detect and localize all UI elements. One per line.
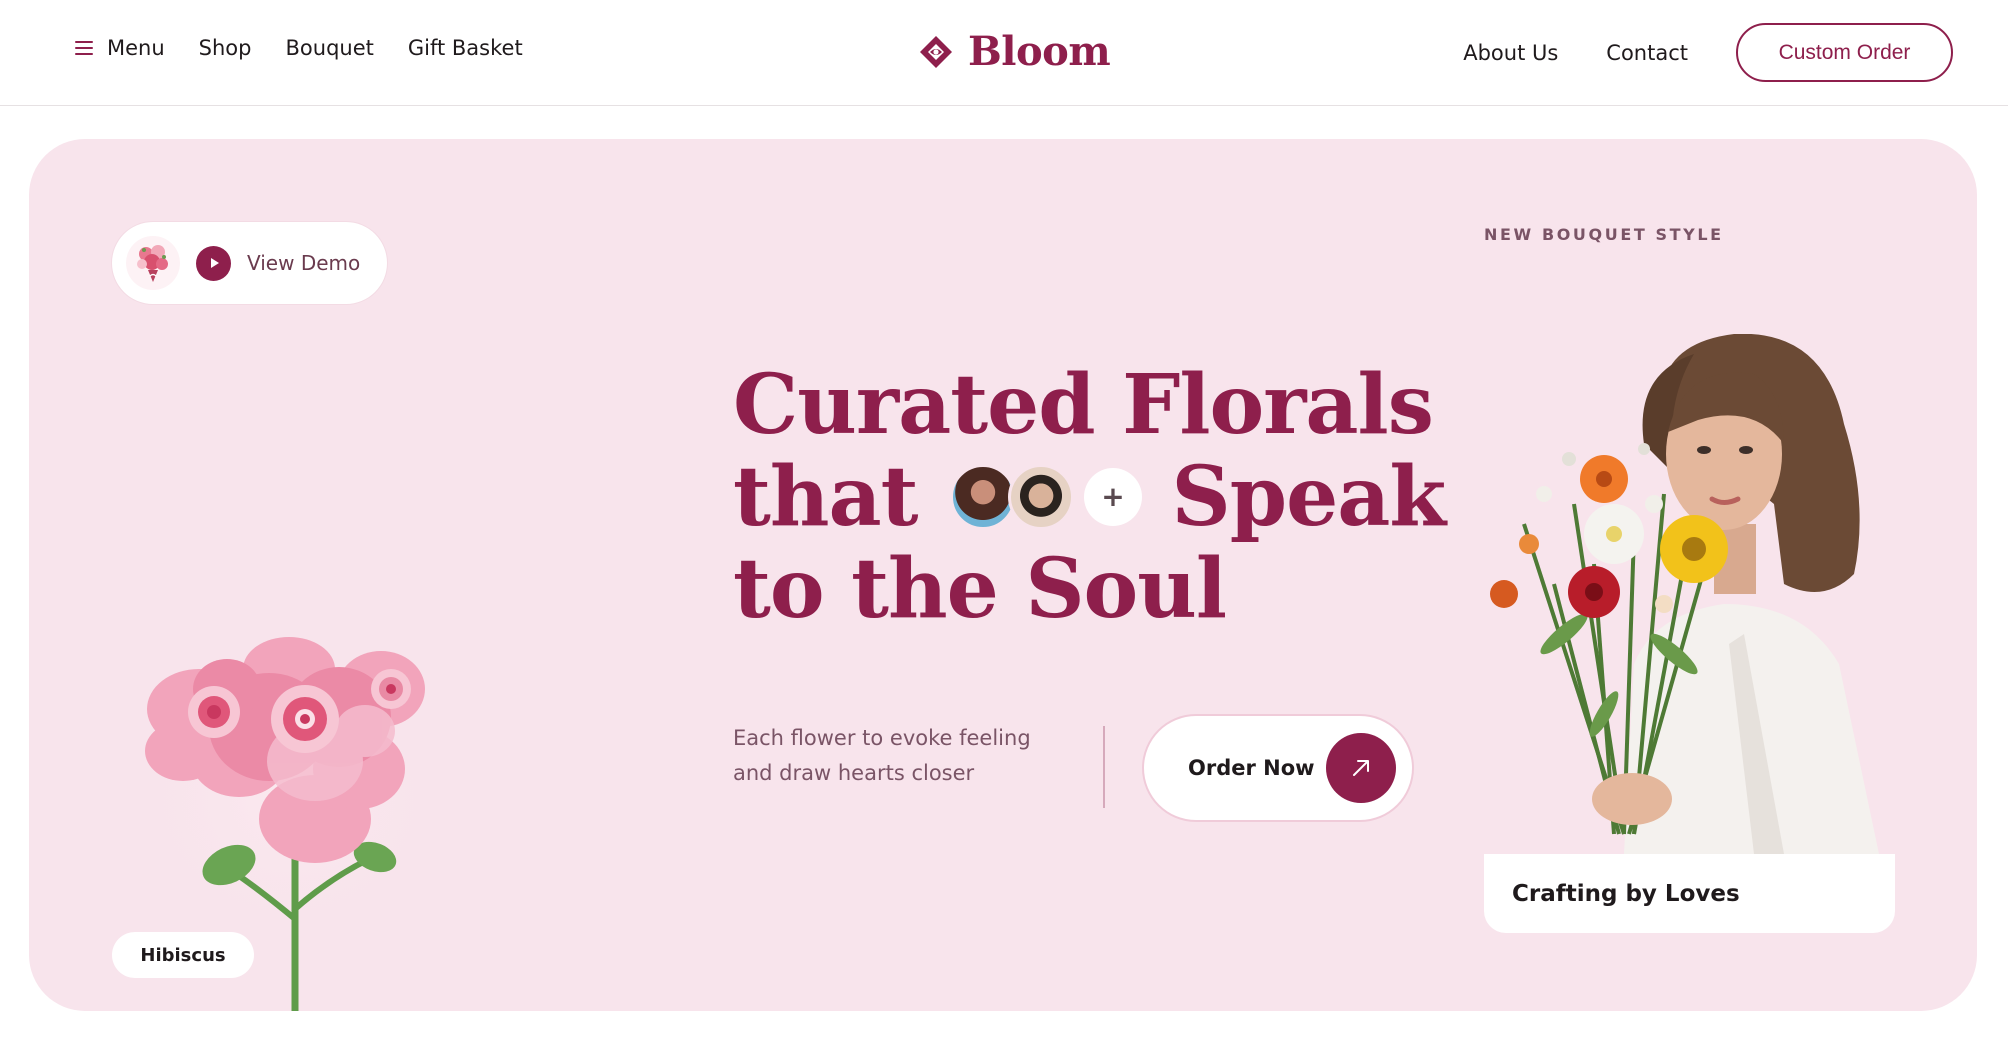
primary-nav-left: Menu Shop Bouquet Gift Basket [75,36,523,60]
site-header: Menu Shop Bouquet Gift Basket Bloom Abou… [0,0,2008,106]
nav-link-contact[interactable]: Contact [1606,41,1688,65]
nav-link-shop[interactable]: Shop [199,36,252,60]
hero-subtext-line-1: Each flower to evoke feeling [733,726,1031,750]
headline-line-1: Curated Florals [733,357,1434,453]
order-now-label: Order Now [1188,756,1315,780]
vertical-divider [1103,726,1105,808]
play-icon [196,245,231,281]
bouquet-thumbnail-icon [126,236,180,290]
headline-line-2: that + Speak [733,449,1447,545]
brand-name: Bloom [968,28,1111,75]
portrait-caption: Crafting by Loves [1484,854,1895,933]
menu-button[interactable]: Menu [75,36,165,60]
view-demo-label: View Demo [247,251,361,275]
nav-link-bouquet[interactable]: Bouquet [286,36,374,60]
avatar [1007,464,1074,530]
headline-word-speak: Speak [1171,449,1447,545]
nav-link-about-us[interactable]: About Us [1463,41,1558,65]
order-now-button[interactable]: Order Now [1144,716,1412,820]
menu-label: Menu [107,36,165,60]
headline-line-3: to the Soul [733,541,1227,637]
headline-word-that: that [733,449,919,545]
hero-headline: Curated Florals that + Speak to the Soul [733,357,1447,637]
plus-icon[interactable]: + [1083,468,1142,526]
hamburger-icon [75,41,93,55]
flower-name-tag: Hibiscus [112,932,254,978]
customer-avatars: + [949,464,1142,530]
brand-logo[interactable]: Bloom [918,28,1111,75]
custom-order-button[interactable]: Custom Order [1736,23,1953,82]
avatar [949,464,1016,530]
new-style-eyebrow: NEW BOUQUET STYLE [1484,225,1724,244]
primary-nav-right: About Us Contact Custom Order [1463,23,1953,82]
hero-subtext: Each flower to evoke feeling and draw he… [733,721,1063,791]
view-demo-button[interactable]: View Demo [112,222,387,304]
hero-subtext-line-2: and draw hearts closer [733,761,975,785]
portrait-image [1490,334,1879,854]
hero-section: View Demo Hibiscus Curated Florals that … [29,139,1977,1011]
arrow-up-right-icon [1326,733,1396,803]
logo-diamond-icon [920,35,952,68]
nav-link-gift-basket[interactable]: Gift Basket [408,36,523,60]
